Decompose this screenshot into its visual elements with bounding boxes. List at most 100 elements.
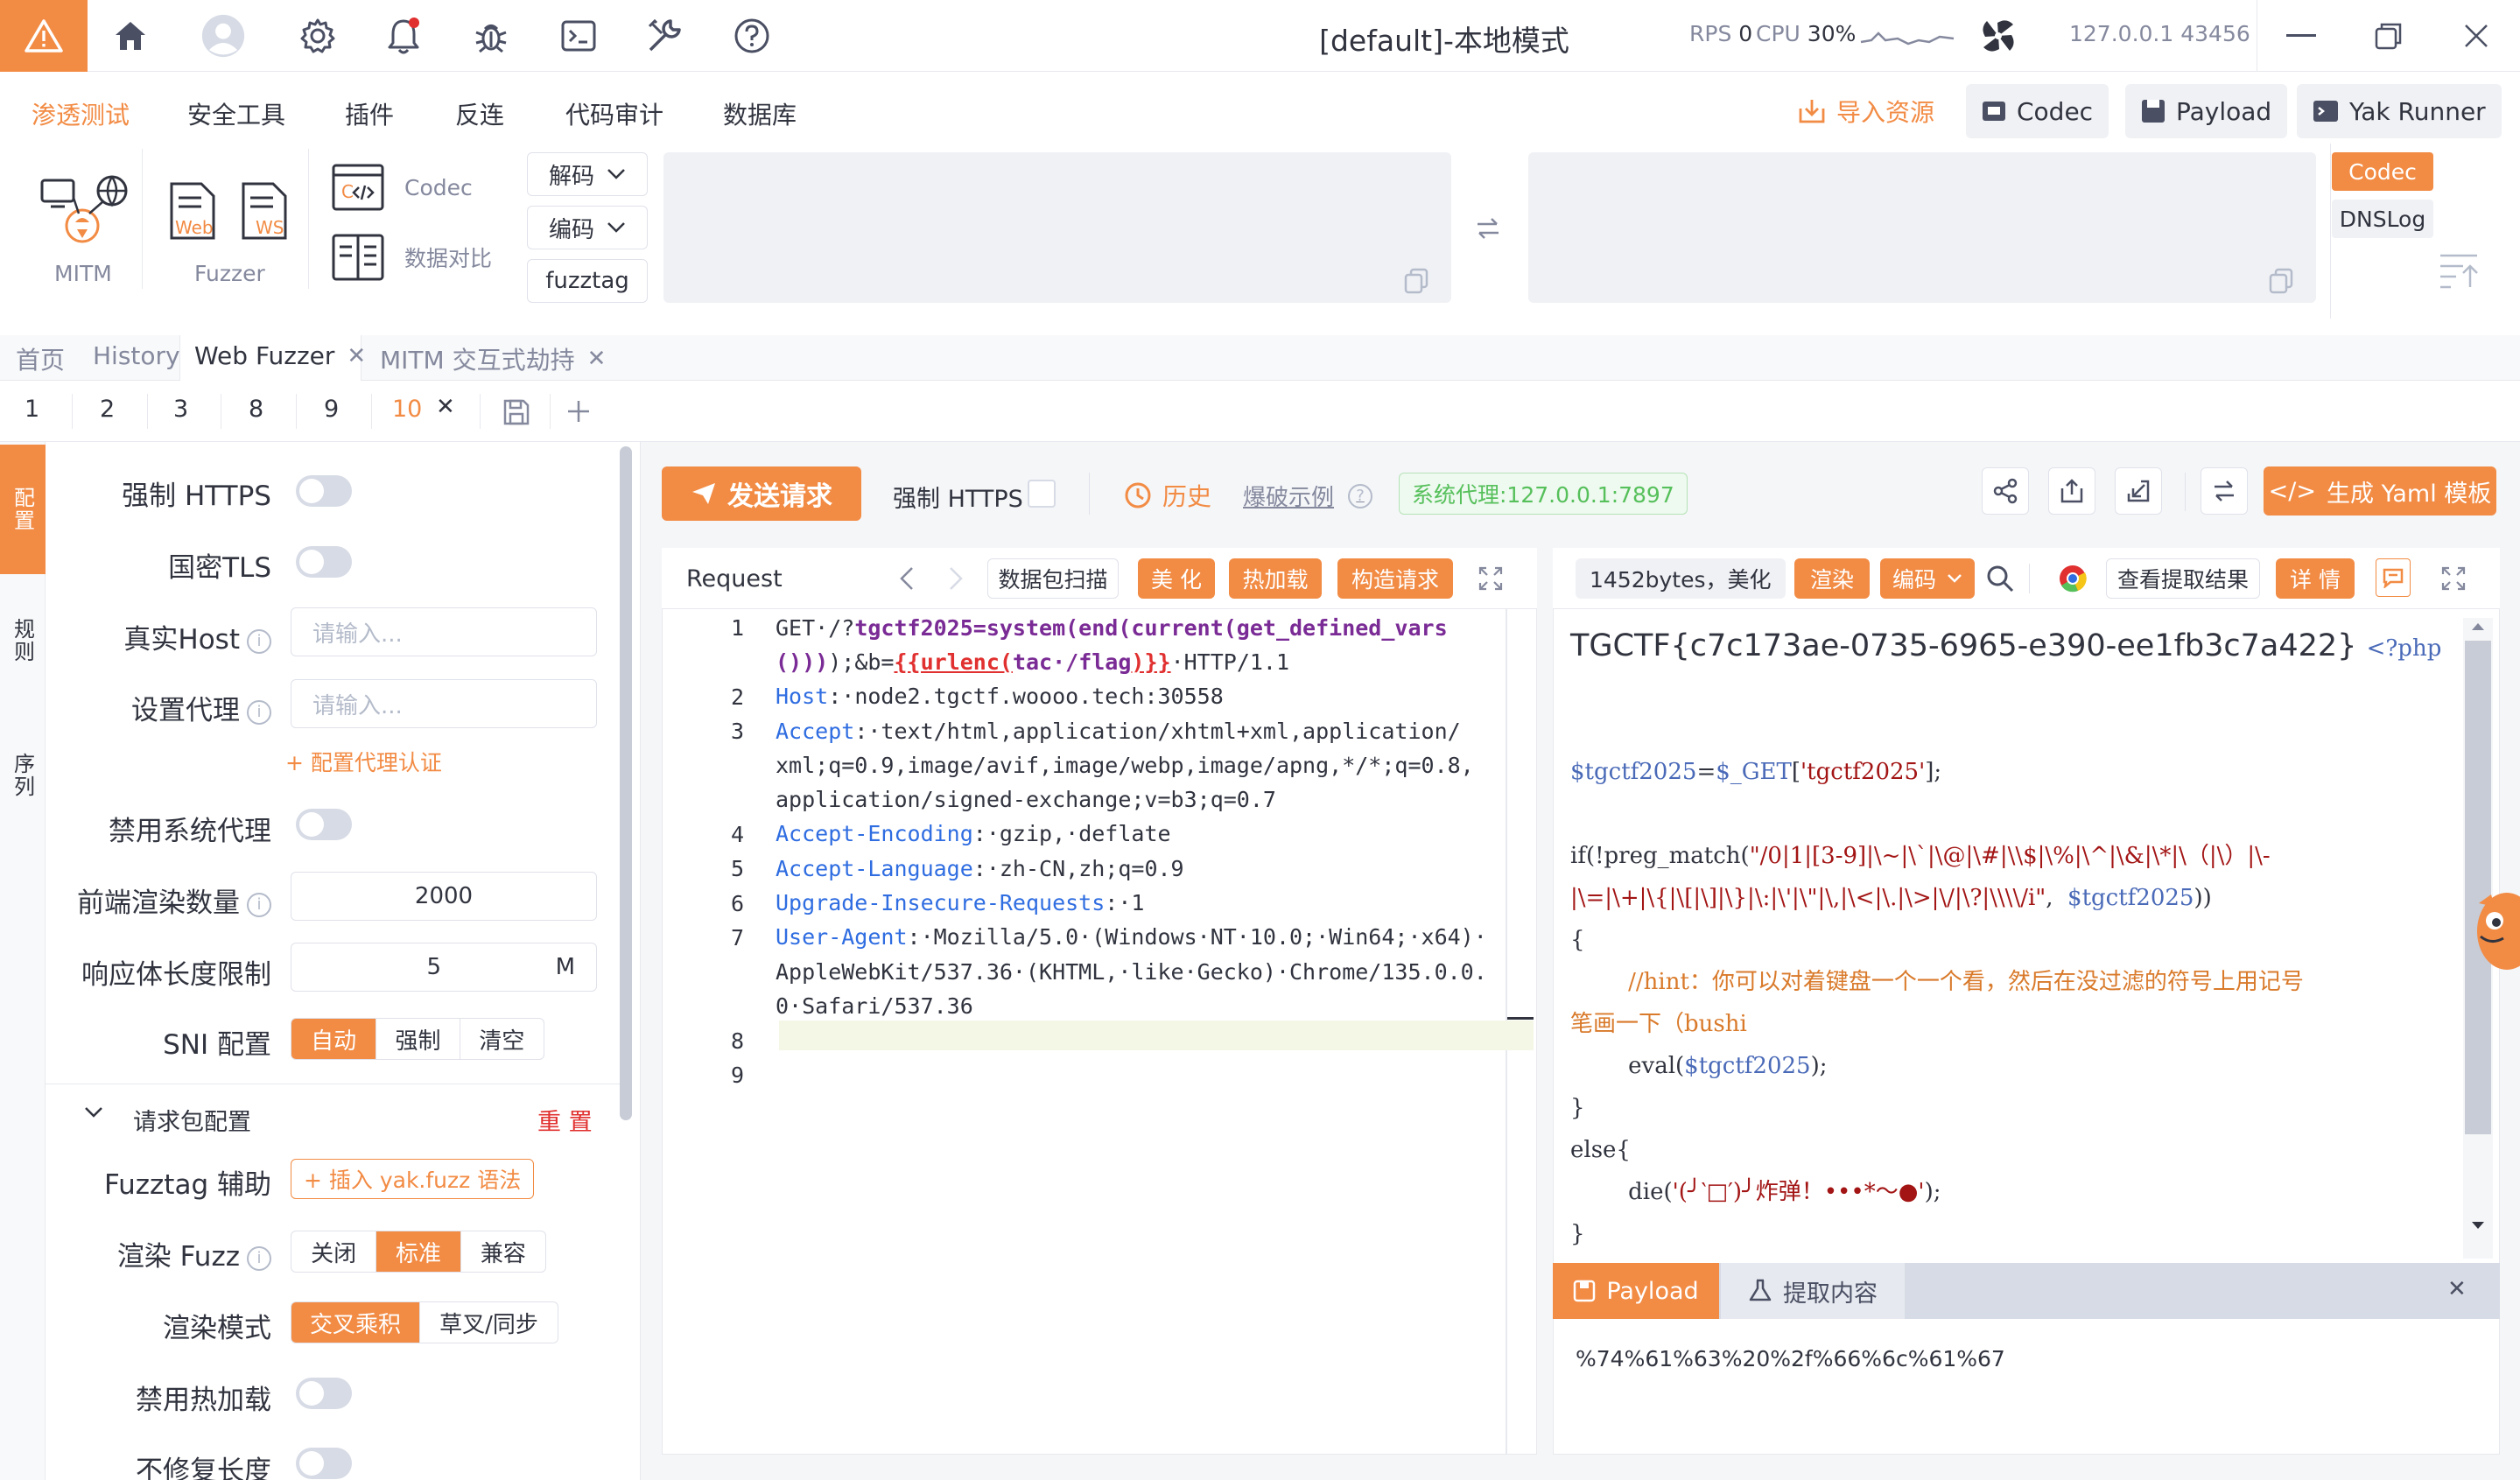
subtab-8[interactable]: 8 — [249, 396, 263, 423]
export-button[interactable] — [2048, 467, 2095, 515]
share-button[interactable] — [1982, 467, 2029, 515]
subtab-1[interactable]: 1 — [25, 396, 39, 423]
view-extract-button[interactable]: 查看提取结果 — [2106, 558, 2260, 599]
disable-hotload-toggle[interactable] — [296, 1378, 352, 1409]
tools-icon[interactable] — [642, 14, 686, 58]
user-avatar-icon[interactable] — [201, 14, 245, 58]
home-icon[interactable] — [109, 14, 152, 58]
swap-icon[interactable] — [1474, 215, 1502, 242]
proxy-input[interactable]: 请输入... — [291, 679, 597, 728]
close-window-icon[interactable] — [2454, 14, 2498, 58]
chevron-right-icon[interactable] — [947, 565, 965, 592]
real-host-input[interactable]: 请输入... — [291, 607, 597, 656]
ws-fuzzer-tool[interactable]: WS — [238, 180, 291, 245]
render-mode-sync-option[interactable]: 草叉/同步 — [420, 1302, 558, 1343]
import-request-button[interactable] — [2115, 467, 2162, 515]
response-body[interactable]: $tgctf2025=$_GET['tgctf2025']; if(!preg_m… — [1570, 751, 2463, 1255]
subtab-2[interactable]: 2 — [100, 396, 115, 423]
force-https-toggle[interactable] — [296, 475, 352, 507]
codec-tool[interactable]: C Codec — [331, 163, 473, 212]
build-request-button[interactable]: 构造请求 — [1337, 558, 1453, 599]
vtab-rules[interactable]: 规则 — [0, 588, 46, 693]
expand-icon[interactable] — [1478, 565, 1504, 592]
info-icon[interactable]: i — [247, 1245, 271, 1271]
gm-tls-toggle[interactable] — [296, 546, 352, 578]
expand-icon[interactable] — [2440, 565, 2467, 592]
tab-mitm[interactable]: MITM 交互式劫持 ✕ — [380, 341, 606, 376]
fuzztag-button[interactable]: fuzztag — [527, 259, 648, 303]
swap-layout-button[interactable] — [2201, 467, 2248, 515]
minimize-icon[interactable] — [2279, 14, 2323, 58]
close-icon[interactable]: ✕ — [587, 346, 607, 372]
compare-tool[interactable]: 数据对比 — [331, 233, 492, 282]
subtab-3[interactable]: 3 — [173, 396, 188, 423]
save-icon[interactable] — [502, 398, 530, 426]
request-config-header[interactable]: 请求包配置 — [133, 1103, 251, 1137]
warning-icon[interactable] — [0, 0, 88, 72]
info-icon[interactable]: i — [247, 699, 271, 725]
generate-yaml-button[interactable]: </> 生成 Yaml 模板 — [2264, 466, 2496, 516]
sni-clear-option[interactable]: 清空 — [460, 1019, 544, 1059]
info-icon[interactable]: i — [247, 628, 271, 654]
body-limit-input[interactable]: 5 M — [291, 943, 597, 992]
menu-database[interactable]: 数据库 — [723, 96, 797, 131]
force-https-checkbox[interactable] — [1028, 480, 1056, 508]
beautify-button[interactable]: 美 化 — [1138, 558, 1215, 599]
help-icon[interactable] — [730, 14, 774, 58]
side-codec-tab[interactable]: Codec — [2332, 152, 2433, 191]
bug-icon[interactable] — [469, 14, 513, 58]
history-button[interactable]: 历史 — [1124, 478, 1211, 513]
payload-top-button[interactable]: Payload — [2125, 84, 2288, 138]
extract-tab[interactable]: 提取内容 — [1721, 1263, 1905, 1319]
add-tab-icon[interactable] — [565, 398, 592, 424]
yak-runner-top-button[interactable]: Yak Runner — [2297, 84, 2502, 138]
web-fuzzer-tool[interactable]: Web — [166, 180, 219, 245]
side-dnslog-tab[interactable]: DNSLog — [2332, 200, 2433, 238]
packet-scan-button[interactable]: 数据包扫描 — [987, 558, 1119, 599]
close-icon[interactable]: ✕ — [347, 343, 366, 369]
subtab-9[interactable]: 9 — [324, 396, 339, 423]
menu-reverse[interactable]: 反连 — [455, 96, 504, 131]
menu-code-audit[interactable]: 代码审计 — [565, 96, 663, 131]
comment-button[interactable] — [2376, 558, 2411, 597]
collapse-icon[interactable] — [2439, 250, 2479, 289]
bell-icon[interactable] — [382, 14, 425, 58]
decode-dropdown[interactable]: 解码 — [527, 152, 648, 196]
copy-icon[interactable] — [1404, 268, 1428, 294]
vtab-config[interactable]: 配置 — [0, 445, 46, 574]
vtab-sequence[interactable]: 序列 — [0, 723, 46, 828]
tab-web-fuzzer[interactable]: Web Fuzzer ✕ — [194, 341, 366, 370]
close-icon[interactable]: ✕ — [2447, 1276, 2467, 1302]
render-fuzz-off-option[interactable]: 关闭 — [291, 1231, 377, 1272]
encode-response-dropdown[interactable]: 编码 — [1880, 558, 1975, 599]
sni-force-option[interactable]: 强制 — [376, 1019, 460, 1059]
render-fuzz-compat-option[interactable]: 兼容 — [461, 1231, 545, 1272]
send-request-button[interactable]: 发送请求 — [662, 466, 861, 521]
sni-auto-option[interactable]: 自动 — [291, 1019, 377, 1059]
engine-status-icon[interactable] — [1976, 14, 2020, 58]
restore-icon[interactable] — [2367, 14, 2411, 58]
proxy-auth-link[interactable]: + 配置代理认证 — [285, 746, 442, 777]
hotload-button[interactable]: 热加载 — [1229, 558, 1322, 599]
info-icon[interactable]: i — [247, 892, 271, 917]
menu-security-tools[interactable]: 安全工具 — [187, 96, 285, 131]
tab-history[interactable]: History — [93, 341, 180, 370]
copy-icon[interactable] — [2269, 268, 2293, 294]
render-count-input[interactable]: 2000 — [291, 872, 597, 921]
mitm-tool[interactable] — [35, 172, 130, 252]
disable-sys-proxy-toggle[interactable] — [296, 809, 352, 840]
gear-icon[interactable] — [296, 14, 340, 58]
settings-scrollbar[interactable] — [620, 446, 632, 1120]
codec-output-area[interactable] — [1528, 152, 2316, 303]
encode-dropdown[interactable]: 编码 — [527, 206, 648, 249]
scroll-up-icon[interactable] — [2470, 621, 2486, 632]
request-editor[interactable]: 1 GET·/?tgctf2025=system(end(current(get_… — [691, 611, 1532, 1092]
insert-fuzz-button[interactable]: + 插入 yak.fuzz 语法 — [291, 1159, 535, 1199]
terminal-icon[interactable] — [557, 14, 600, 58]
no-fix-length-toggle[interactable] — [296, 1448, 352, 1479]
tab-home[interactable]: 首页 — [16, 341, 65, 376]
codec-top-button[interactable]: Codec — [1966, 84, 2109, 138]
render-mode-cross-option[interactable]: 交叉乘积 — [291, 1302, 421, 1343]
reset-link[interactable]: 重 置 — [537, 1103, 593, 1137]
import-resource-button[interactable]: 导入资源 — [1782, 84, 1950, 138]
